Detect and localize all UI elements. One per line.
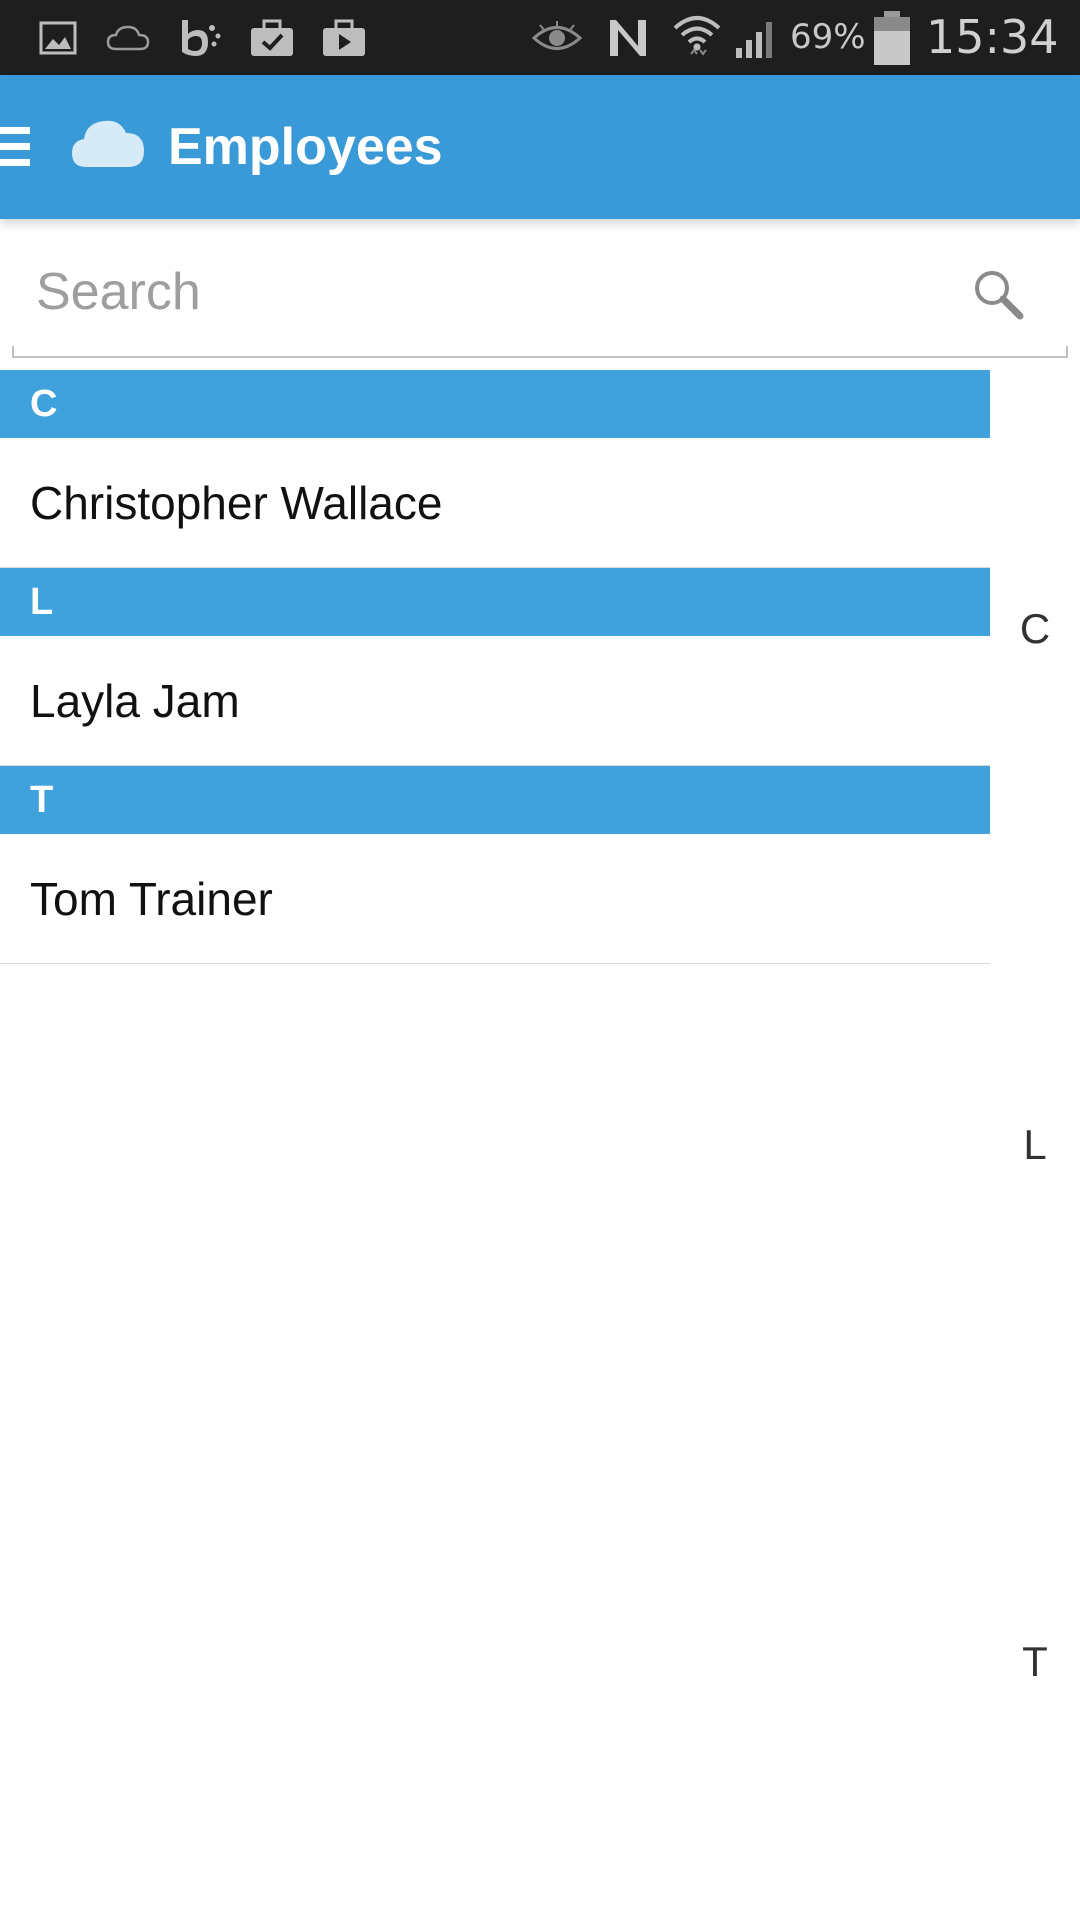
cloud-outline-icon [106,0,150,75]
list-item[interactable]: Layla Jam [0,636,990,766]
app-bar: Employees [0,75,1080,219]
briefcase-play-icon [320,0,368,75]
search-icon[interactable] [970,266,1026,322]
cell-signal-icon [734,0,780,75]
battery-percent: 69% [790,17,866,57]
gallery-icon [38,0,78,75]
briefcase-check-icon [248,0,296,75]
wifi-icon [672,0,722,75]
eye-icon [532,0,582,75]
page-title: Employees [168,118,443,176]
section-header: C [0,370,990,438]
index-letter[interactable]: L [1010,1120,1060,1170]
search-input[interactable] [36,256,936,328]
section-header: L [0,568,990,636]
cloud-icon [70,115,146,171]
list-item[interactable]: Tom Trainer [0,834,990,964]
bing-icon [178,0,222,75]
status-bar: 69% 15:34 [0,0,1080,75]
nfc-icon [606,0,650,75]
section-header: T [0,766,990,834]
index-letter[interactable]: T [1010,1637,1060,1687]
search-bar [12,240,1068,358]
employee-list: C Christopher Wallace L Layla Jam T Tom … [0,370,990,964]
status-clock: 15:34 [926,10,1059,64]
battery-icon [872,0,912,75]
hamburger-menu-icon[interactable] [0,121,34,173]
list-item[interactable]: Christopher Wallace [0,438,990,568]
index-letter[interactable]: C [1010,604,1060,654]
